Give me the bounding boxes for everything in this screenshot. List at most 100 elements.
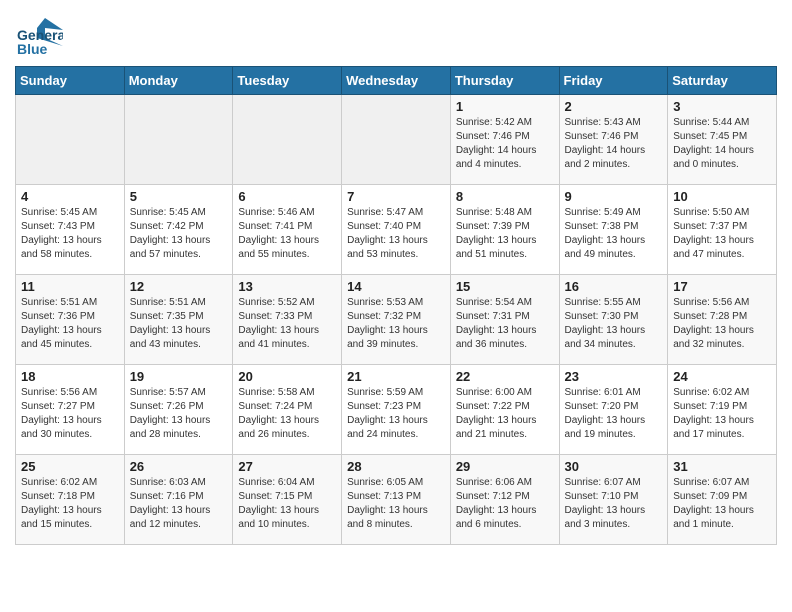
day-of-week-header: Saturday: [668, 67, 777, 95]
calendar-week-row: 4 Sunrise: 5:45 AMSunset: 7:43 PMDaylight…: [16, 185, 777, 275]
calendar-day-cell: 3 Sunrise: 5:44 AMSunset: 7:45 PMDaylight…: [668, 95, 777, 185]
calendar-day-cell: 22 Sunrise: 6:00 AMSunset: 7:22 PMDayligh…: [450, 365, 559, 455]
day-of-week-header: Wednesday: [342, 67, 451, 95]
day-number: 17: [673, 279, 771, 294]
day-info: Sunrise: 6:02 AMSunset: 7:18 PMDaylight:…: [21, 476, 119, 532]
day-info: Sunrise: 5:54 AMSunset: 7:31 PMDaylight:…: [456, 296, 554, 352]
calendar-day-cell: [342, 95, 451, 185]
day-number: 30: [565, 459, 663, 474]
day-info: Sunrise: 6:03 AMSunset: 7:16 PMDaylight:…: [130, 476, 228, 532]
day-info: Sunrise: 5:55 AMSunset: 7:30 PMDaylight:…: [565, 296, 663, 352]
day-number: 9: [565, 189, 663, 204]
day-number: 22: [456, 369, 554, 384]
calendar-week-row: 1Sunrise: 5:42 AMSunset: 7:46 PMDaylight…: [16, 95, 777, 185]
logo: General Blue: [15, 10, 63, 58]
day-info: Sunrise: 5:53 AMSunset: 7:32 PMDaylight:…: [347, 296, 445, 352]
day-number: 12: [130, 279, 228, 294]
page-header: General Blue: [15, 10, 777, 58]
calendar-day-cell: 31 Sunrise: 6:07 AMSunset: 7:09 PMDayligh…: [668, 455, 777, 545]
day-info: Sunrise: 6:06 AMSunset: 7:12 PMDaylight:…: [456, 476, 554, 532]
day-info: Sunrise: 5:57 AMSunset: 7:26 PMDaylight:…: [130, 386, 228, 442]
calendar-day-cell: 8Sunrise: 5:48 AMSunset: 7:39 PMDaylight…: [450, 185, 559, 275]
day-of-week-header: Tuesday: [233, 67, 342, 95]
day-number: 3: [673, 99, 771, 114]
calendar-day-cell: 13 Sunrise: 5:52 AMSunset: 7:33 PMDayligh…: [233, 275, 342, 365]
calendar-day-cell: 26 Sunrise: 6:03 AMSunset: 7:16 PMDayligh…: [124, 455, 233, 545]
day-info: Sunrise: 6:01 AMSunset: 7:20 PMDaylight:…: [565, 386, 663, 442]
day-number: 23: [565, 369, 663, 384]
day-info: Sunrise: 5:51 AMSunset: 7:36 PMDaylight:…: [21, 296, 119, 352]
calendar-day-cell: 27 Sunrise: 6:04 AMSunset: 7:15 PMDayligh…: [233, 455, 342, 545]
calendar-day-cell: 6 Sunrise: 5:46 AMSunset: 7:41 PMDaylight…: [233, 185, 342, 275]
day-info: Sunrise: 5:56 AMSunset: 7:28 PMDaylight:…: [673, 296, 771, 352]
day-info: Sunrise: 5:56 AMSunset: 7:27 PMDaylight:…: [21, 386, 119, 442]
calendar-day-cell: 5 Sunrise: 5:45 AMSunset: 7:42 PMDaylight…: [124, 185, 233, 275]
calendar-day-cell: 14Sunrise: 5:53 AMSunset: 7:32 PMDayligh…: [342, 275, 451, 365]
day-number: 5: [130, 189, 228, 204]
day-info: Sunrise: 5:45 AMSunset: 7:42 PMDaylight:…: [130, 206, 228, 262]
day-info: Sunrise: 5:45 AMSunset: 7:43 PMDaylight:…: [21, 206, 119, 262]
day-of-week-header: Friday: [559, 67, 668, 95]
day-of-week-header: Thursday: [450, 67, 559, 95]
calendar-day-cell: 17 Sunrise: 5:56 AMSunset: 7:28 PMDayligh…: [668, 275, 777, 365]
calendar-day-cell: 25 Sunrise: 6:02 AMSunset: 7:18 PMDayligh…: [16, 455, 125, 545]
calendar-week-row: 18 Sunrise: 5:56 AMSunset: 7:27 PMDayligh…: [16, 365, 777, 455]
day-number: 27: [238, 459, 336, 474]
day-info: Sunrise: 5:49 AMSunset: 7:38 PMDaylight:…: [565, 206, 663, 262]
calendar-day-cell: [16, 95, 125, 185]
day-number: 25: [21, 459, 119, 474]
day-info: Sunrise: 6:07 AMSunset: 7:09 PMDaylight:…: [673, 476, 771, 532]
calendar-day-cell: 30 Sunrise: 6:07 AMSunset: 7:10 PMDayligh…: [559, 455, 668, 545]
day-number: 8: [456, 189, 554, 204]
day-number: 21: [347, 369, 445, 384]
day-number: 6: [238, 189, 336, 204]
day-info: Sunrise: 5:58 AMSunset: 7:24 PMDaylight:…: [238, 386, 336, 442]
calendar-day-cell: 12 Sunrise: 5:51 AMSunset: 7:35 PMDayligh…: [124, 275, 233, 365]
day-info: Sunrise: 5:42 AMSunset: 7:46 PMDaylight:…: [456, 116, 554, 172]
day-number: 16: [565, 279, 663, 294]
logo-icon: General Blue: [15, 10, 63, 58]
day-number: 10: [673, 189, 771, 204]
calendar-day-cell: 4 Sunrise: 5:45 AMSunset: 7:43 PMDaylight…: [16, 185, 125, 275]
calendar-day-cell: 7Sunrise: 5:47 AMSunset: 7:40 PMDaylight…: [342, 185, 451, 275]
day-number: 18: [21, 369, 119, 384]
day-info: Sunrise: 6:04 AMSunset: 7:15 PMDaylight:…: [238, 476, 336, 532]
day-info: Sunrise: 5:51 AMSunset: 7:35 PMDaylight:…: [130, 296, 228, 352]
calendar-day-cell: 20 Sunrise: 5:58 AMSunset: 7:24 PMDayligh…: [233, 365, 342, 455]
calendar-day-cell: 23 Sunrise: 6:01 AMSunset: 7:20 PMDayligh…: [559, 365, 668, 455]
calendar-day-cell: 15Sunrise: 5:54 AMSunset: 7:31 PMDayligh…: [450, 275, 559, 365]
day-number: 13: [238, 279, 336, 294]
calendar-day-cell: 19 Sunrise: 5:57 AMSunset: 7:26 PMDayligh…: [124, 365, 233, 455]
calendar-day-cell: 21 Sunrise: 5:59 AMSunset: 7:23 PMDayligh…: [342, 365, 451, 455]
day-info: Sunrise: 6:07 AMSunset: 7:10 PMDaylight:…: [565, 476, 663, 532]
day-info: Sunrise: 5:46 AMSunset: 7:41 PMDaylight:…: [238, 206, 336, 262]
calendar-day-cell: 16 Sunrise: 5:55 AMSunset: 7:30 PMDayligh…: [559, 275, 668, 365]
day-number: 2: [565, 99, 663, 114]
day-info: Sunrise: 5:59 AMSunset: 7:23 PMDaylight:…: [347, 386, 445, 442]
day-number: 31: [673, 459, 771, 474]
calendar-day-cell: 18 Sunrise: 5:56 AMSunset: 7:27 PMDayligh…: [16, 365, 125, 455]
calendar-day-cell: 10 Sunrise: 5:50 AMSunset: 7:37 PMDayligh…: [668, 185, 777, 275]
calendar-table: SundayMondayTuesdayWednesdayThursdayFrid…: [15, 66, 777, 545]
calendar-day-cell: 28Sunrise: 6:05 AMSunset: 7:13 PMDayligh…: [342, 455, 451, 545]
day-number: 26: [130, 459, 228, 474]
svg-text:Blue: Blue: [17, 41, 48, 57]
day-of-week-header: Monday: [124, 67, 233, 95]
calendar-header-row: SundayMondayTuesdayWednesdayThursdayFrid…: [16, 67, 777, 95]
day-info: Sunrise: 6:00 AMSunset: 7:22 PMDaylight:…: [456, 386, 554, 442]
day-number: 11: [21, 279, 119, 294]
day-number: 19: [130, 369, 228, 384]
calendar-day-cell: 1Sunrise: 5:42 AMSunset: 7:46 PMDaylight…: [450, 95, 559, 185]
day-info: Sunrise: 5:50 AMSunset: 7:37 PMDaylight:…: [673, 206, 771, 262]
day-info: Sunrise: 5:52 AMSunset: 7:33 PMDaylight:…: [238, 296, 336, 352]
calendar-week-row: 11 Sunrise: 5:51 AMSunset: 7:36 PMDayligh…: [16, 275, 777, 365]
day-info: Sunrise: 5:47 AMSunset: 7:40 PMDaylight:…: [347, 206, 445, 262]
calendar-day-cell: [233, 95, 342, 185]
calendar-day-cell: 9 Sunrise: 5:49 AMSunset: 7:38 PMDaylight…: [559, 185, 668, 275]
day-number: 20: [238, 369, 336, 384]
day-number: 24: [673, 369, 771, 384]
day-number: 4: [21, 189, 119, 204]
day-info: Sunrise: 5:44 AMSunset: 7:45 PMDaylight:…: [673, 116, 771, 172]
calendar-day-cell: 11 Sunrise: 5:51 AMSunset: 7:36 PMDayligh…: [16, 275, 125, 365]
calendar-week-row: 25 Sunrise: 6:02 AMSunset: 7:18 PMDayligh…: [16, 455, 777, 545]
